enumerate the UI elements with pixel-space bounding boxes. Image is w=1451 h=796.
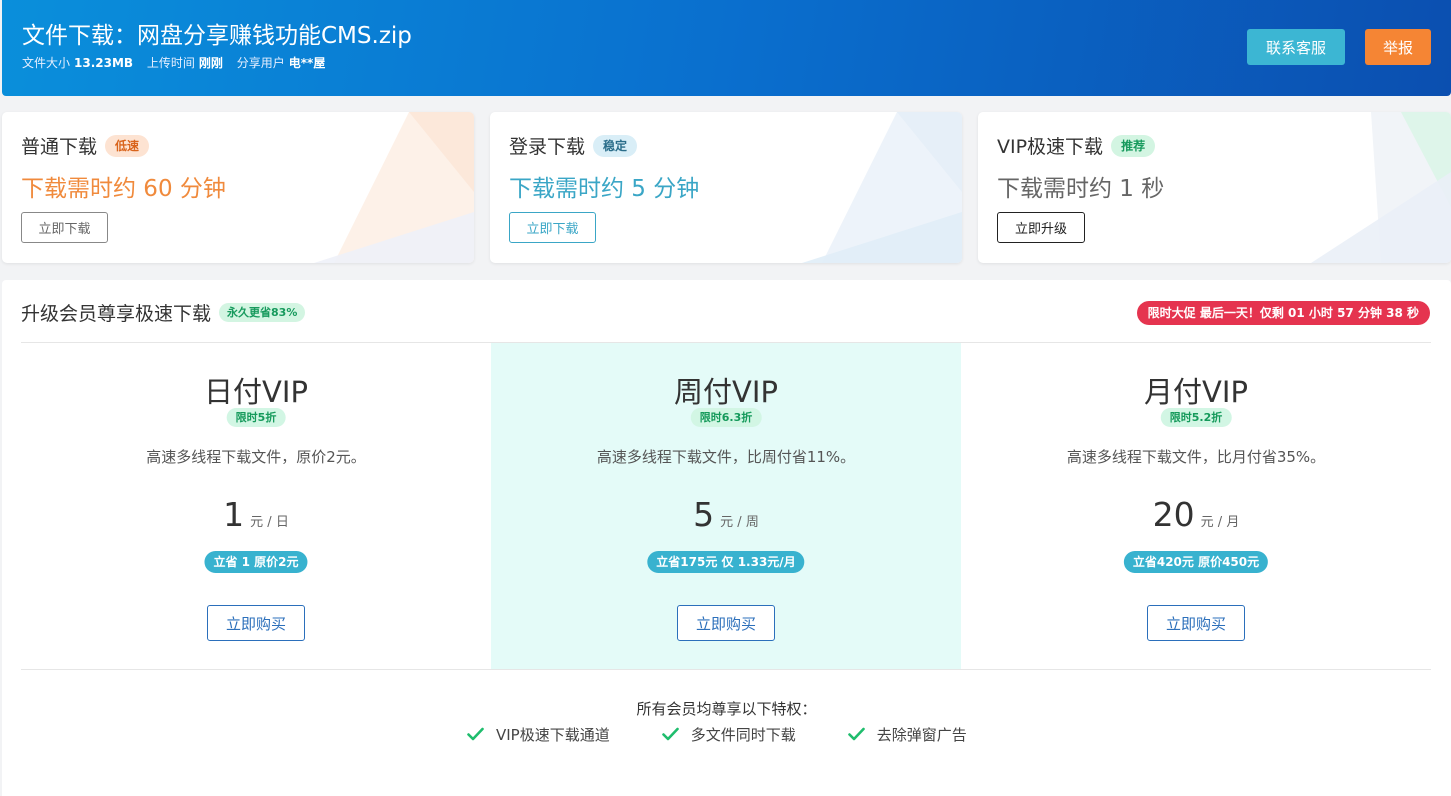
perks-list: VIP极速下载通道 多文件同时下载 去除弹窗广告	[467, 722, 967, 746]
check-icon	[467, 727, 484, 741]
perks-title: 所有会员均尊享以下特权：	[636, 700, 817, 718]
card-decoration	[314, 112, 474, 263]
buy-now-button[interactable]: 立即购买	[1147, 605, 1245, 641]
plan-price: 20 元 / 月	[961, 495, 1431, 534]
file-size-value: 13.23MB	[74, 56, 134, 70]
file-header: 文件下载：网盘分享赚钱功能CMS.zip 文件大小 13.23MB 上传时间 刚刚 …	[2, 0, 1451, 96]
speed-badge: 稳定	[593, 134, 638, 157]
plan-price: 1 元 / 日	[21, 495, 491, 534]
plan-description: 高速多线程下载文件，原价2元。	[146, 448, 366, 466]
check-icon	[661, 727, 679, 741]
vip-upgrade-panel: 升级会员尊享极速下载 永久更省83% 限时大促 最后一天！仅剩 01 小时 57…	[2, 280, 1451, 796]
page-title: 文件下载：网盘分享赚钱功能CMS.zip	[22, 23, 412, 49]
plan-card-daily: 日付VIP 限时5折 高速多线程下载文件，原价2元。 1 元 / 日 立省 1 原…	[21, 343, 491, 669]
download-card-normal: 普通下载 低速 下载需时约 60 分钟 立即下载	[2, 112, 474, 263]
plan-price: 5 元 / 周	[491, 495, 961, 534]
share-user-label: 分享用户	[236, 56, 285, 70]
download-option-name: VIP极速下载 推荐	[997, 132, 1156, 159]
perk-item: 去除弹窗广告	[847, 724, 967, 745]
savings-badge: 立省 1 原价2元	[204, 551, 308, 573]
download-option-name: 普通下载 低速	[21, 132, 150, 159]
savings-badge: 立省420元 原价450元	[1123, 551, 1269, 573]
card-decoration	[802, 112, 962, 263]
option-label: 普通下载	[21, 136, 98, 158]
discount-badge: 限时5折	[226, 408, 286, 427]
perk-label: 多文件同时下载	[690, 725, 796, 744]
download-option-name: 登录下载 稳定	[509, 132, 638, 159]
price-value: 5	[693, 495, 715, 534]
download-time: 下载需时约 5 分钟	[509, 176, 700, 202]
price-value: 20	[1152, 495, 1195, 534]
share-user-value: 电**屋	[288, 56, 326, 70]
vip-section-title: 升级会员尊享极速下载 永久更省83%	[21, 299, 306, 326]
download-card-login: 登录下载 稳定 下载需时约 5 分钟 立即下载	[490, 112, 962, 263]
price-unit: 元 / 日	[250, 515, 289, 530]
option-label: VIP极速下载	[997, 136, 1104, 158]
upload-time-value: 刚刚	[198, 56, 223, 70]
price-unit: 元 / 月	[1200, 515, 1240, 530]
speed-badge: 推荐	[1111, 134, 1156, 157]
download-now-button[interactable]: 立即下载	[21, 212, 108, 243]
perk-label: VIP极速下载通道	[496, 725, 610, 744]
discount-badge: 限时5.2折	[1160, 408, 1232, 427]
check-icon	[847, 727, 865, 741]
option-label: 登录下载	[509, 136, 586, 158]
plan-description: 高速多线程下载文件，比周付省11%。	[596, 448, 856, 466]
perk-item: VIP极速下载通道	[467, 724, 610, 745]
upgrade-now-button[interactable]: 立即升级	[997, 212, 1085, 243]
download-time: 下载需时约 60 分钟	[21, 176, 226, 202]
file-size-label: 文件大小	[22, 56, 71, 70]
divider	[21, 669, 1431, 670]
plan-name: 周付VIP	[674, 375, 778, 409]
price-unit: 元 / 周	[720, 515, 759, 530]
download-time: 下载需时约 1 秒	[997, 176, 1165, 202]
perk-item: 多文件同时下载	[661, 724, 796, 745]
vip-title-text: 升级会员尊享极速下载	[21, 303, 212, 325]
perk-label: 去除弹窗广告	[876, 725, 967, 744]
promo-countdown-badge: 限时大促 最后一天！仅剩 01 小时 57 分钟 38 秒	[1136, 301, 1430, 325]
plan-card-monthly: 月付VIP 限时5.2折 高速多线程下载文件，比月付省35%。 20 元 / 月 …	[961, 343, 1431, 669]
file-meta: 文件大小 13.23MB 上传时间 刚刚 分享用户 电**屋	[22, 54, 335, 71]
contact-support-button[interactable]: 联系客服	[1247, 29, 1345, 65]
buy-now-button[interactable]: 立即购买	[677, 605, 775, 641]
plan-name: 日付VIP	[204, 375, 308, 409]
lifetime-save-badge: 永久更省83%	[219, 303, 306, 322]
plan-card-weekly: 周付VIP 限时6.3折 高速多线程下载文件，比周付省11%。 5 元 / 周 立…	[491, 343, 961, 669]
discount-badge: 限时6.3折	[690, 408, 762, 427]
card-decoration	[1311, 112, 1451, 263]
plan-description: 高速多线程下载文件，比月付省35%。	[1066, 448, 1326, 466]
savings-badge: 立省175元 仅 1.33元/月	[647, 551, 805, 573]
report-button[interactable]: 举报	[1365, 29, 1431, 65]
speed-badge: 低速	[105, 134, 150, 157]
download-now-button[interactable]: 立即下载	[509, 212, 596, 243]
buy-now-button[interactable]: 立即购买	[207, 605, 305, 641]
plan-name: 月付VIP	[1144, 375, 1248, 409]
download-card-vip: VIP极速下载 推荐 下载需时约 1 秒 立即升级	[978, 112, 1451, 263]
upload-time-label: 上传时间	[146, 56, 195, 70]
price-value: 1	[223, 495, 245, 534]
